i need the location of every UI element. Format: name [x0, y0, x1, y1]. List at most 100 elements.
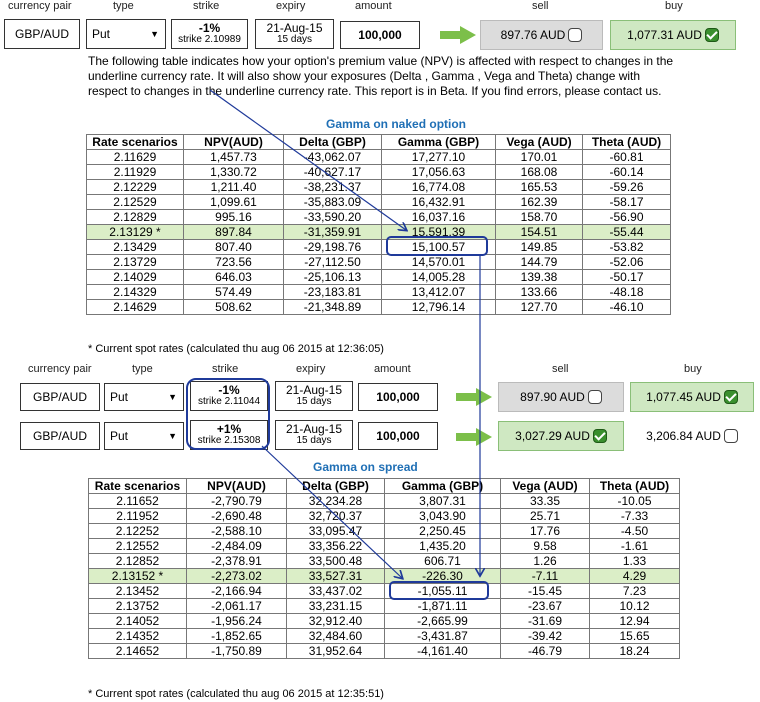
table-cell: -21,348.89	[283, 299, 382, 315]
table-cell: -2,588.10	[186, 523, 287, 539]
buy-price-button[interactable]: 1,077.45 AUD	[630, 382, 754, 412]
buy-price-value: 1,077.31 AUD	[627, 28, 702, 42]
checkbox-icon[interactable]	[704, 28, 719, 42]
table-cell: 3,043.90	[384, 508, 501, 524]
label-strike: strike	[212, 363, 239, 375]
sell-price-button[interactable]: 897.76 AUD	[480, 20, 603, 50]
table-cell: 32,720.37	[286, 508, 385, 524]
sell-price-button[interactable]: 897.90 AUD	[498, 382, 624, 412]
expiry-date: 21-Aug-15	[285, 422, 343, 436]
table2-title: Gamma on spread	[313, 460, 418, 474]
label-amount: amount	[374, 363, 411, 375]
table-cell: 2.11952	[88, 508, 187, 524]
table-cell: -46.10	[582, 299, 671, 315]
currency-pair-field[interactable]: GBP/AUD	[20, 422, 100, 450]
table-cell: 15.65	[589, 628, 680, 644]
label-sell: sell	[532, 0, 549, 12]
table-cell: -23,183.81	[283, 284, 382, 300]
amount-field[interactable]: 100,000	[340, 21, 420, 49]
label-strike: strike	[193, 0, 220, 12]
table-cell: -46.79	[500, 643, 590, 659]
amount-field[interactable]: 100,000	[358, 422, 438, 450]
label-sell: sell	[552, 363, 569, 375]
currency-pair-value: GBP/AUD	[14, 27, 69, 41]
strike-highlight-box	[186, 378, 270, 450]
table-cell: 2.14652	[88, 643, 187, 659]
table2-note: * Current spot rates (calculated thu aug…	[88, 688, 384, 700]
table-cell: 2.13452	[88, 583, 187, 599]
table-cell: -1,852.65	[186, 628, 287, 644]
label-expiry: expiry	[296, 363, 326, 375]
table-row: 2.14629 508.62 -21,348.89 12,796.14 127.70 -4…	[86, 299, 671, 315]
expiry-field[interactable]: 21-Aug-15 15 days	[275, 381, 353, 411]
table-cell: -2,166.94	[186, 583, 287, 599]
table-cell: -60.81	[582, 149, 671, 165]
column-header: Vega (AUD)	[495, 134, 583, 150]
table-cell: 25.71	[500, 508, 590, 524]
table-cell: 158.70	[495, 209, 583, 225]
expiry-field[interactable]: 21-Aug-15 15 days	[275, 420, 353, 450]
type-select[interactable]: Put ▼	[86, 19, 166, 49]
buy-price-value: 1,077.45 AUD	[646, 390, 721, 404]
table-cell: 33,437.02	[286, 583, 385, 599]
currency-pair-value: GBP/AUD	[32, 429, 87, 443]
table-cell: 2.14029	[86, 269, 184, 285]
currency-pair-field[interactable]: GBP/AUD	[4, 19, 80, 49]
table-row: 2.14329 574.49 -23,183.81 13,412.07 133.66 -4…	[86, 284, 671, 300]
table-cell: 32,234.28	[286, 493, 385, 509]
currency-pair-field[interactable]: GBP/AUD	[20, 383, 100, 411]
table-row: 2.12852 -2,378.91 33,500.48 606.71 1.26 1.33	[88, 553, 680, 569]
table-cell: 2.14329	[86, 284, 184, 300]
checkbox-icon[interactable]	[723, 429, 738, 443]
table-cell: -29,198.76	[283, 239, 382, 255]
table-cell: 33,095.47	[286, 523, 385, 539]
table-cell: 646.03	[183, 269, 284, 285]
table-row: 2.14052 -1,956.24 32,912.40 -2,665.99 -31.69…	[88, 613, 680, 629]
column-header: NPV(AUD)	[186, 478, 287, 494]
checkbox-icon[interactable]	[592, 429, 607, 443]
expiry-date: 21-Aug-15	[285, 383, 343, 397]
buy-price-button[interactable]: 1,077.31 AUD	[610, 20, 736, 50]
type-select[interactable]: Put ▼	[104, 422, 184, 450]
table-cell: 2.13729	[86, 254, 184, 270]
table-cell: 574.49	[183, 284, 284, 300]
strike-pct: -1%	[198, 21, 221, 35]
checkbox-icon[interactable]	[723, 390, 738, 404]
label-type: type	[132, 363, 153, 375]
table-cell: -7.33	[589, 508, 680, 524]
table-cell: 144.79	[495, 254, 583, 270]
column-header: Gamma (GBP)	[384, 478, 501, 494]
green-right-arrow-icon	[440, 26, 476, 44]
table-cell: -53.82	[582, 239, 671, 255]
table-cell: 2.11629	[86, 149, 184, 165]
table-cell: -58.17	[582, 194, 671, 210]
table-row: 2.13452 -2,166.94 33,437.02 -1,055.11 -15.45…	[88, 583, 680, 599]
table-cell: 17.76	[500, 523, 590, 539]
table-cell: -7.11	[500, 568, 590, 584]
strike-sub: strike 2.10989	[178, 34, 241, 45]
column-header: Rate scenarios	[88, 478, 187, 494]
table-cell: 33.35	[500, 493, 590, 509]
table-cell: 32,912.40	[286, 613, 385, 629]
strike-field[interactable]: -1% strike 2.10989	[171, 19, 248, 49]
label-currency-pair: currency pair	[28, 363, 92, 375]
amount-value: 100,000	[376, 390, 420, 404]
amount-value: 100,000	[358, 28, 402, 42]
table-cell: 32,484.60	[286, 628, 385, 644]
sell-price-button[interactable]: 3,027.29 AUD	[498, 421, 624, 451]
expiry-days: 15 days	[276, 34, 313, 45]
table-cell: 13,412.07	[381, 284, 496, 300]
table-cell: -3,431.87	[384, 628, 501, 644]
buy-price-button[interactable]: 3,206.84 AUD	[630, 421, 754, 451]
report-description: The following table indicates how your o…	[88, 54, 674, 98]
table-cell: 14,570.01	[381, 254, 496, 270]
checkbox-icon[interactable]	[568, 28, 583, 42]
table-cell: -2,790.79	[186, 493, 287, 509]
checkbox-icon[interactable]	[587, 390, 602, 404]
table-cell: -23.67	[500, 598, 590, 614]
sell-price-value: 3,027.29 AUD	[515, 429, 590, 443]
type-select[interactable]: Put ▼	[104, 383, 184, 411]
amount-field[interactable]: 100,000	[358, 383, 438, 411]
table-cell: 149.85	[495, 239, 583, 255]
expiry-field[interactable]: 21-Aug-15 15 days	[255, 19, 334, 49]
